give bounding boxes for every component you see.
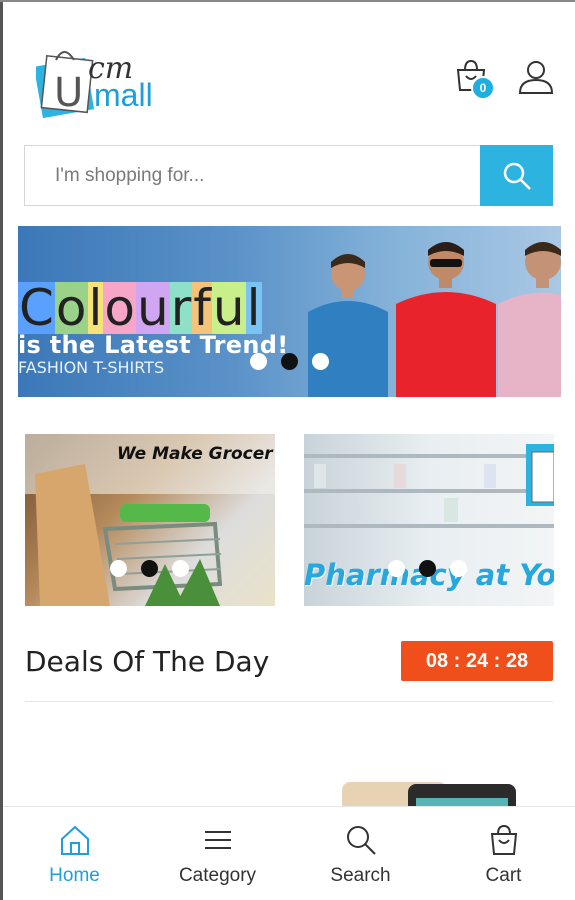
hero-letter: C [18,279,55,337]
nav-category[interactable]: Category [146,807,289,900]
slider-dot-active[interactable] [281,353,298,370]
hero-letter: u [211,279,246,337]
slider-dot-active[interactable] [419,560,436,577]
menu-icon [204,831,231,849]
nav-search-label: Search [330,865,391,886]
hero-slider-dots [250,353,329,370]
pharmacy-banner[interactable]: Pharmacy at Yo [304,434,554,606]
hero-title: C o l o u r f u l [18,282,262,334]
search-icon [503,162,531,190]
deal-product-image[interactable] [342,778,517,808]
window-top-edge [0,0,575,2]
cart-count-badge: 0 [471,76,495,100]
slider-dot[interactable] [172,560,189,577]
nav-search[interactable]: Search [289,807,432,900]
slider-dot-active[interactable] [141,560,158,577]
hero-subtitle: FASHION T-SHIRTS [18,358,165,377]
user-icon [518,61,554,94]
hero-letter: o [103,279,137,337]
grocery-slider-dots [110,560,189,577]
pharmacy-slider-dots [388,560,467,577]
nav-cart-label: Cart [485,865,522,886]
hero-letter: u [136,279,170,337]
logo-letter: U [54,70,83,116]
model-image-blue [308,254,388,397]
hero-letter: l [87,279,104,337]
nav-home[interactable]: Home [3,807,146,900]
bottom-navigation: Home Category Search Cart [3,806,575,900]
home-icon [60,825,89,855]
deals-section-title: Deals Of The Day [25,645,270,678]
model-image-pink [498,242,561,397]
slider-dot[interactable] [388,560,405,577]
header-actions: 0 [453,58,555,100]
bag-icon [490,824,517,855]
account-button[interactable] [517,58,555,98]
cart-button[interactable]: 0 [453,58,495,100]
hero-letter: r [169,279,193,337]
hero-tagline: is the Latest Trend! [18,331,289,359]
grocery-banner[interactable]: We Make Grocer [25,434,275,606]
logo-mall: mall [94,77,153,113]
hero-banner-slider[interactable]: C o l o u r f u l is the Latest Trend! F… [18,226,561,397]
search-input[interactable] [24,145,480,206]
nav-cart[interactable]: Cart [432,807,575,900]
slider-dot[interactable] [250,353,267,370]
nav-category-label: Category [178,865,257,886]
search-button[interactable] [480,145,553,206]
section-divider [25,701,553,702]
hero-letter: o [54,279,88,337]
model-image-red [396,242,496,397]
grocery-banner-text: We Make Grocer [117,444,273,464]
hero-letter: l [245,279,262,337]
slider-dot[interactable] [450,560,467,577]
hero-letter: f [192,279,212,337]
slider-dot[interactable] [312,353,329,370]
nav-home-label: Home [49,865,100,886]
slider-dot[interactable] [110,560,127,577]
ucmmall-logo[interactable]: U cm mall [33,40,186,120]
deals-countdown-timer: 08 : 24 : 28 [401,641,553,681]
window-edge [0,0,3,900]
search-bar [24,145,553,206]
search-icon [346,826,376,855]
